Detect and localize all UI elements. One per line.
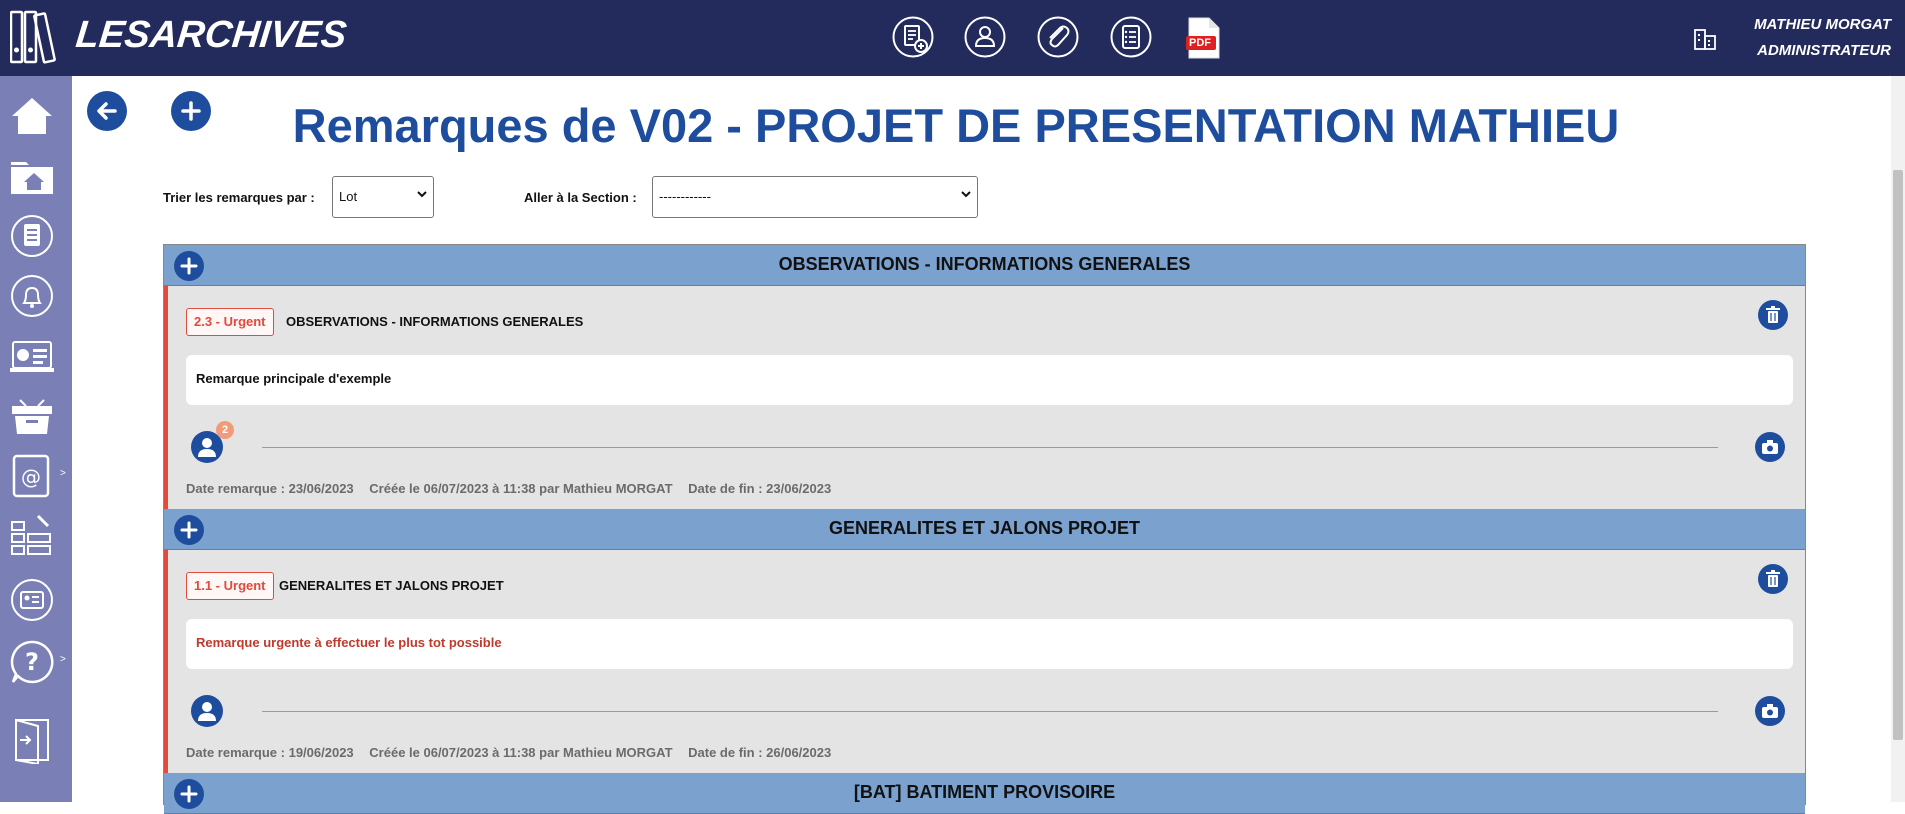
expand-arrow-icon[interactable]: > — [60, 468, 66, 479]
svg-text:?: ? — [25, 648, 39, 676]
camera-icon — [1762, 440, 1778, 454]
remark-created: Créée le 06/07/2023 à 11:38 par Mathieu … — [369, 481, 673, 496]
user-icon — [198, 702, 216, 721]
section-header: GENERALITES ET JALONS PROJET — [164, 509, 1805, 550]
brand-name[interactable]: LESARCHIVES — [74, 14, 349, 57]
remark-date: Date remarque : 23/06/2023 — [186, 481, 354, 496]
trash-icon — [1766, 306, 1780, 323]
section-header: [BAT] BATIMENT PROVISOIRE — [164, 773, 1805, 814]
user-role: ADMINISTRATEUR — [1757, 42, 1891, 59]
binders-logo-icon — [10, 10, 56, 64]
user-icon[interactable] — [964, 16, 1006, 58]
help-icon[interactable]: ? — [8, 638, 56, 686]
organization-icon[interactable] — [1692, 26, 1718, 52]
pdf-export-button[interactable]: PDF — [1186, 17, 1220, 59]
remark-title: GENERALITES ET JALONS PROJET — [279, 578, 504, 593]
add-photo-button[interactable] — [1755, 696, 1785, 726]
page-title: Remarques de V02 - PROJET DE PRESENTATIO… — [292, 99, 1620, 152]
section-header: OBSERVATIONS - INFORMATIONS GENERALES — [164, 245, 1805, 286]
sidebar: @ > ? > — [0, 76, 72, 802]
logout-door-icon[interactable] — [8, 716, 56, 764]
remark-text: Remarque urgente à effectuer le plus tot… — [196, 635, 502, 650]
remark-end-date: Date de fin : 23/06/2023 — [688, 481, 832, 496]
divider — [262, 711, 1718, 712]
goto-section-label: Aller à la Section : — [524, 190, 637, 205]
sort-select-value: Lot — [339, 189, 358, 204]
svg-text:@: @ — [21, 465, 41, 489]
expand-arrow-icon[interactable]: > — [60, 654, 66, 665]
chevron-down-icon — [417, 191, 427, 198]
remark-end-date: Date de fin : 26/06/2023 — [688, 745, 832, 760]
bell-icon[interactable] — [8, 272, 56, 320]
remarks-panel: OBSERVATIONS - INFORMATIONS GENERALES 2.… — [163, 244, 1806, 814]
remark-meta: Date remarque : 19/06/2023 Créée le 06/0… — [186, 745, 843, 760]
user-info[interactable]: MATHIEU MORGAT ADMINISTRATEUR — [1754, 12, 1891, 64]
top-bar: LESARCHIVES PDF MATHIEU MORGAT ADMINISTR… — [0, 0, 1905, 76]
user-name: MATHIEU MORGAT — [1754, 16, 1891, 33]
clipboard-icon[interactable] — [8, 212, 56, 260]
remark-text-box[interactable]: Remarque principale d'exemple — [186, 355, 1793, 405]
remark-card: 2.3 - Urgent OBSERVATIONS - INFORMATIONS… — [164, 286, 1805, 509]
divider — [262, 447, 1718, 448]
remark-date: Date remarque : 19/06/2023 — [186, 745, 354, 760]
remark-card: 1.1 - Urgent GENERALITES ET JALONS PROJE… — [164, 550, 1805, 773]
add-photo-button[interactable] — [1755, 432, 1785, 462]
delete-remark-button[interactable] — [1758, 564, 1788, 594]
planning-icon[interactable] — [8, 512, 56, 560]
goto-section-select[interactable]: ------------ — [652, 176, 978, 218]
id-card-icon[interactable] — [8, 576, 56, 624]
attachment-icon[interactable] — [1037, 16, 1079, 58]
sort-label: Trier les remarques par : — [163, 190, 315, 205]
section-title: GENERALITES ET JALONS PROJET — [828, 518, 1141, 538]
section-title: OBSERVATIONS - INFORMATIONS GENERALES — [778, 254, 1191, 274]
remark-badge[interactable]: 2.3 - Urgent — [186, 308, 274, 336]
trash-icon — [1766, 570, 1780, 587]
scrollbar-thumb[interactable] — [1893, 170, 1903, 740]
remark-meta: Date remarque : 23/06/2023 Créée le 06/0… — [186, 481, 843, 496]
participants-count-badge: 2 — [216, 421, 234, 439]
sort-select[interactable]: Lot — [332, 176, 434, 218]
goto-section-value: ------------ — [659, 189, 711, 204]
camera-icon — [1762, 704, 1778, 718]
remark-badge[interactable]: 1.1 - Urgent — [186, 572, 274, 600]
new-document-icon[interactable] — [892, 16, 934, 58]
participants-button[interactable] — [191, 695, 223, 727]
remark-text-box[interactable]: Remarque urgente à effectuer le plus tot… — [186, 619, 1793, 669]
folder-home-icon[interactable] — [8, 152, 56, 200]
checklist-icon[interactable] — [1110, 16, 1152, 58]
pdf-label: PDF — [1189, 37, 1211, 49]
chevron-down-icon — [961, 191, 971, 198]
remark-text: Remarque principale d'exemple — [196, 371, 392, 386]
remark-title: OBSERVATIONS - INFORMATIONS GENERALES — [286, 314, 584, 329]
scrollbar[interactable] — [1891, 76, 1905, 802]
remark-created: Créée le 06/07/2023 à 11:38 par Mathieu … — [369, 745, 673, 760]
section-title: [BAT] BATIMENT PROVISOIRE — [853, 782, 1116, 802]
archive-box-icon[interactable] — [8, 392, 56, 440]
address-book-icon[interactable]: @ — [8, 452, 56, 500]
delete-remark-button[interactable] — [1758, 300, 1788, 330]
dashboard-icon[interactable] — [8, 332, 56, 380]
